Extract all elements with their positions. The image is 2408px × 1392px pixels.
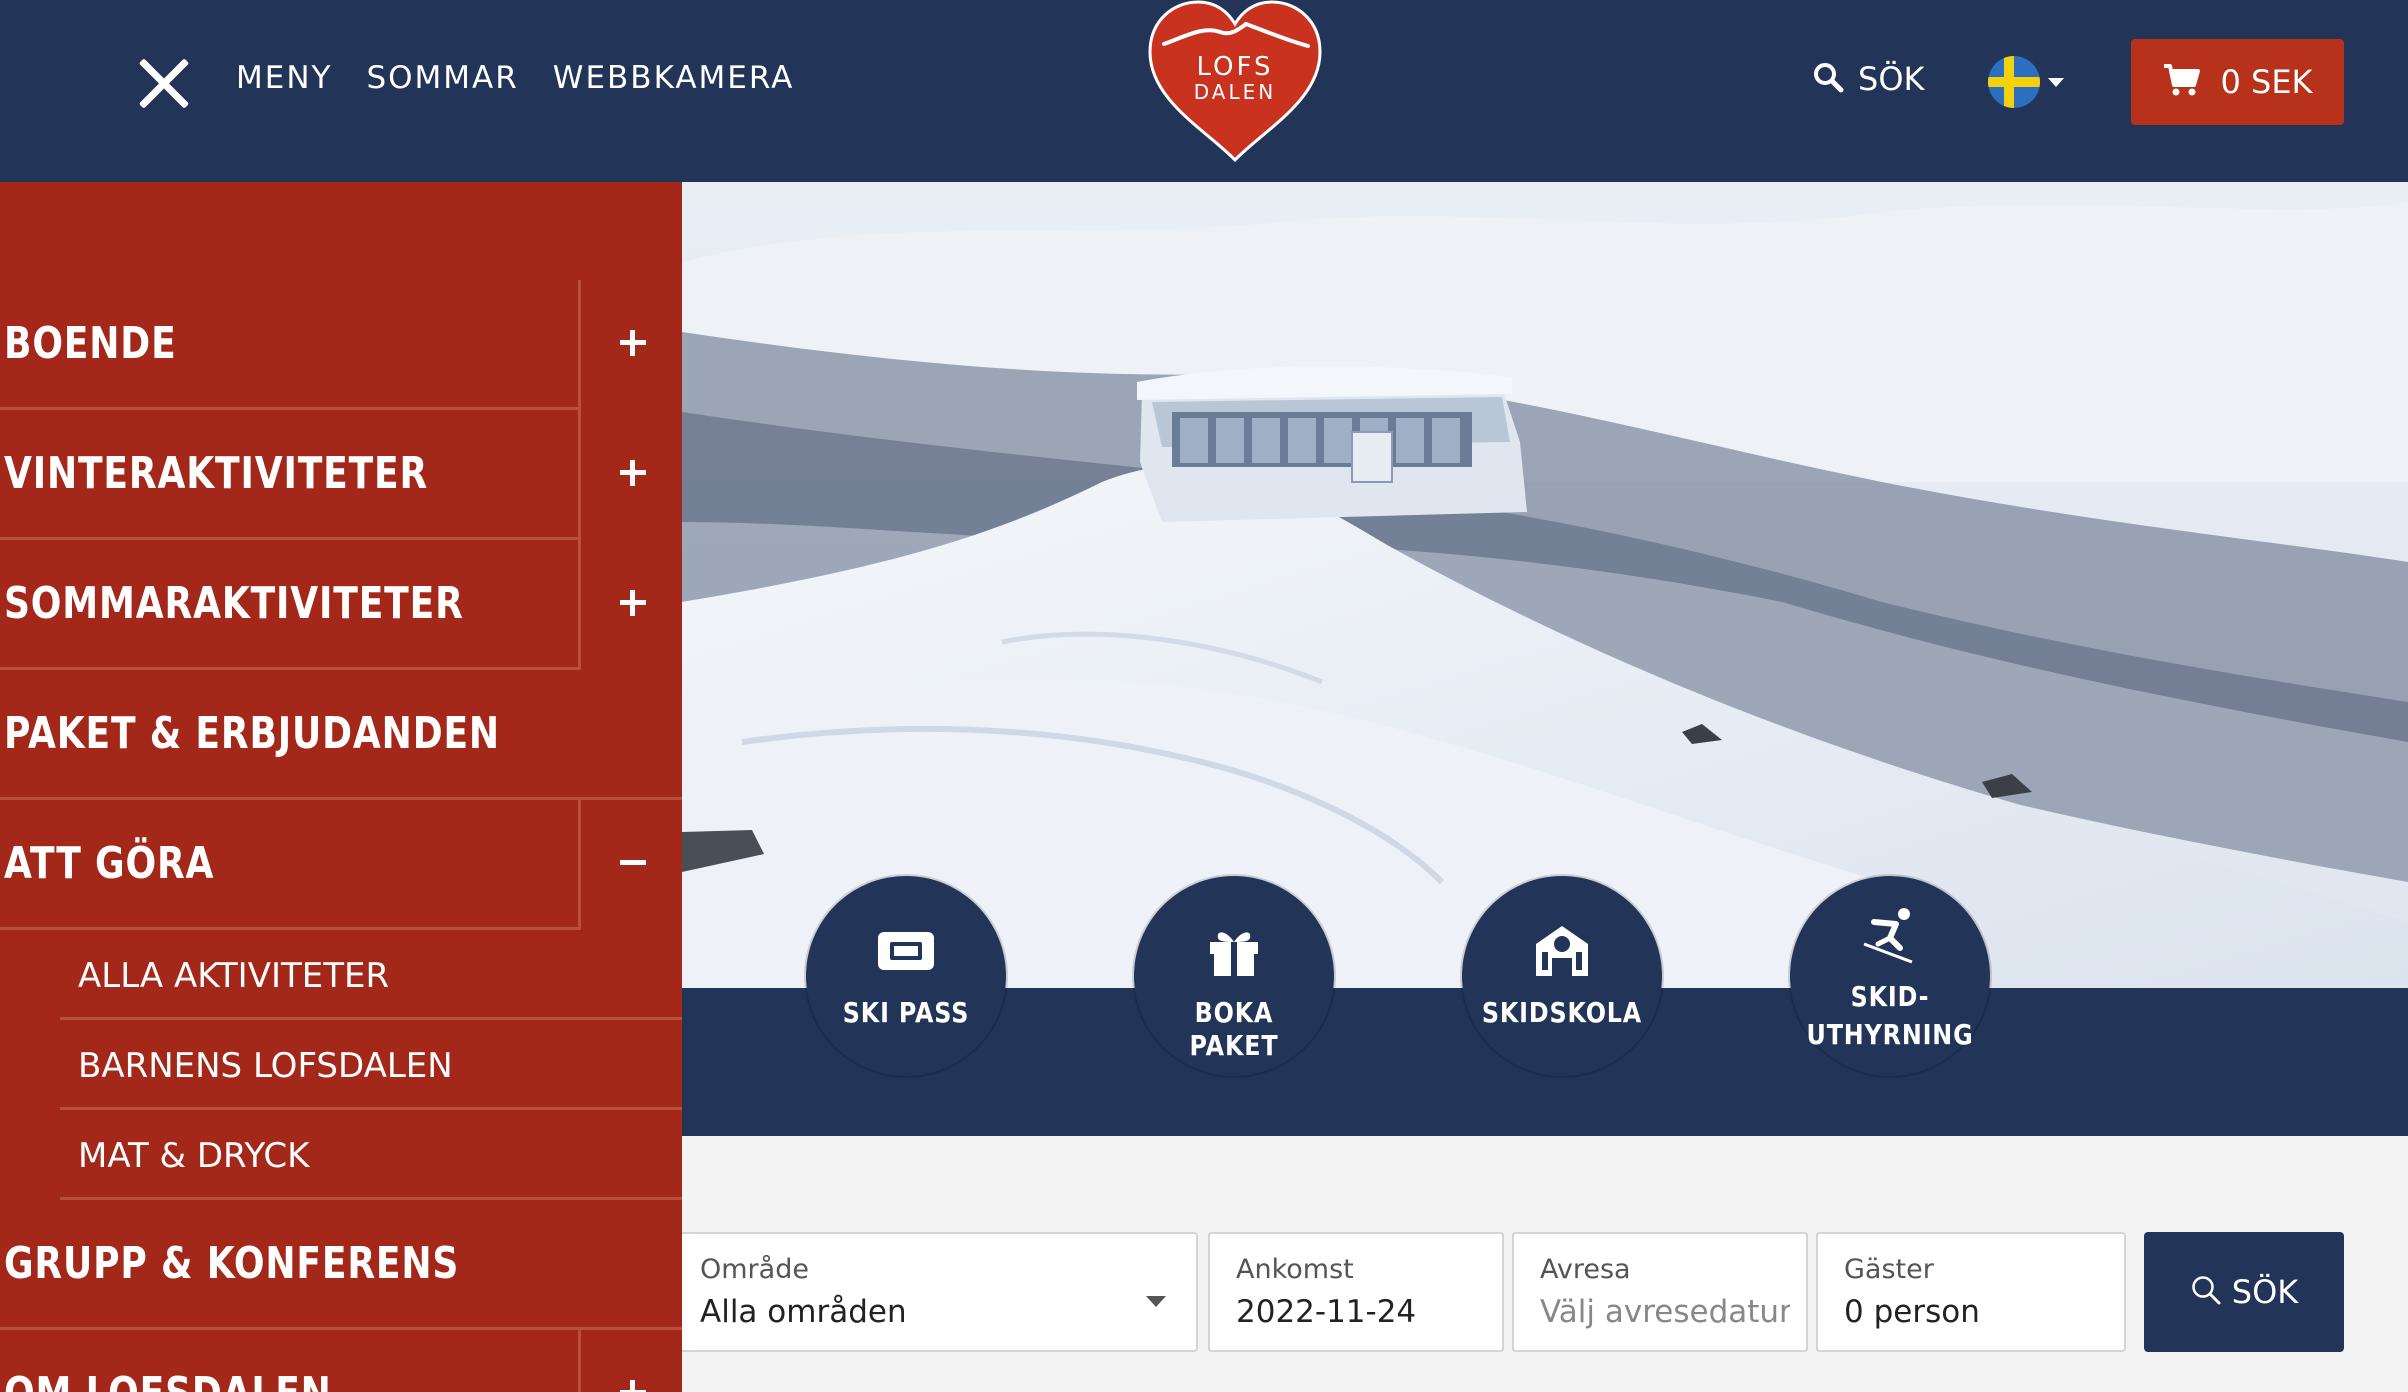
menu-item-om-lofsdalen[interactable]: OM LOFSDALEN (0, 1330, 682, 1392)
menu-item-att-gora[interactable]: ATT GÖRA (0, 800, 682, 930)
menu-item-paket-erbjudanden[interactable]: PAKET & ERBJUDANDEN (0, 670, 682, 800)
lofsdalen-logo[interactable]: LOFS DALEN (1146, 0, 1324, 165)
close-menu-icon[interactable] (128, 48, 200, 120)
area-select[interactable]: Område Alla områden (672, 1232, 1198, 1352)
minus-icon[interactable] (612, 842, 652, 882)
menu-item-sommaraktiviteter[interactable]: SOMMARAKTIVITETER (0, 540, 682, 670)
departure-placeholder: Välj avresedatum (1540, 1294, 1790, 1330)
hero-image (682, 182, 2408, 988)
quick-link-label-line2: UTHYRNING (1806, 1018, 1974, 1051)
cart-button[interactable]: 0 SEK (2131, 39, 2344, 125)
booking-search-button[interactable]: SÖK (2144, 1232, 2344, 1352)
arrival-label: Ankomst (1236, 1254, 1354, 1285)
plus-icon[interactable] (612, 452, 652, 492)
submenu-item-alla-aktiviteter[interactable]: ALLA AKTIVITETER (0, 930, 682, 1020)
guests-value: 0 person (1844, 1294, 1980, 1330)
submenu-item-barnens-lofsdalen[interactable]: BARNENS LOFSDALEN (0, 1020, 682, 1110)
skidskola-button[interactable]: SKIDSKOLA (1462, 876, 1662, 1076)
menu-item-label: BOENDE (4, 318, 177, 369)
menu-item-label: VINTERAKTIVITETER (4, 448, 429, 499)
ticket-icon (876, 920, 936, 980)
menu-item-label: OM LOFSDALEN (4, 1368, 332, 1392)
boka-paket-button[interactable]: BOKA PAKET (1134, 876, 1334, 1076)
submenu-item-label: BARNENS LOFSDALEN (78, 1046, 453, 1086)
site-header: MENY SOMMAR WEBBKAMERA LOFS DALEN SÖK 0 … (0, 0, 2408, 182)
swedish-flag-icon[interactable] (1988, 56, 2040, 108)
booking-search-label: SÖK (2231, 1273, 2299, 1311)
nav-webbkamera[interactable]: WEBBKAMERA (553, 60, 795, 96)
header-search-label: SÖK (1858, 60, 1925, 98)
top-nav: MENY SOMMAR WEBBKAMERA (236, 60, 794, 96)
logo-text-dalen: DALEN (1193, 80, 1277, 104)
guests-label: Gäster (1844, 1254, 1934, 1285)
area-value: Alla områden (700, 1294, 907, 1330)
header-search-button[interactable]: SÖK (1812, 60, 1924, 98)
ski-pass-button[interactable]: SKI PASS (806, 876, 1006, 1076)
logo-text-lofs: LOFS (1196, 52, 1274, 82)
menu-item-boende[interactable]: BOENDE (0, 280, 682, 410)
side-menu: BOENDE VINTERAKTIVITETER SOMMARAKTIVITET… (0, 182, 682, 1392)
menu-item-label: GRUPP & KONFERENS (4, 1238, 460, 1289)
menu-item-label: SOMMARAKTIVITETER (4, 578, 464, 629)
plus-icon[interactable] (612, 582, 652, 622)
search-icon (2190, 1274, 2222, 1311)
chevron-down-icon[interactable] (2048, 78, 2064, 87)
plus-icon[interactable] (612, 1372, 652, 1392)
quick-link-label: SKIDSKOLA (1481, 996, 1643, 1029)
quick-link-label: SKI PASS (842, 996, 970, 1029)
nav-meny[interactable]: MENY (236, 60, 332, 96)
menu-item-vinteraktiviteter[interactable]: VINTERAKTIVITETER (0, 410, 682, 540)
departure-label: Avresa (1540, 1254, 1631, 1285)
gift-icon (1204, 920, 1264, 980)
nav-sommar[interactable]: SOMMAR (366, 60, 518, 96)
cart-icon (2162, 63, 2201, 102)
skiduthyrning-button[interactable]: SKID- UTHYRNING (1790, 876, 1990, 1076)
plus-icon[interactable] (612, 322, 652, 362)
guests-field[interactable]: Gäster 0 person (1816, 1232, 2126, 1352)
search-icon (1812, 61, 1844, 98)
school-icon (1532, 920, 1592, 980)
quick-link-label: BOKA PAKET (1189, 996, 1279, 1062)
menu-item-label: PAKET & ERBJUDANDEN (4, 708, 500, 759)
area-label: Område (700, 1254, 809, 1285)
arrival-value: 2022-11-24 (1236, 1294, 1417, 1330)
quick-link-label: SKID- UTHYRNING (1805, 978, 1975, 1054)
quick-link-label-line1: SKID- (1850, 980, 1930, 1013)
departure-date-field[interactable]: Avresa Välj avresedatum (1512, 1232, 1808, 1352)
menu-item-grupp-konferens[interactable]: GRUPP & KONFERENS (0, 1200, 682, 1330)
submenu-item-label: MAT & DRYCK (78, 1136, 310, 1176)
skier-icon (1860, 904, 1920, 964)
submenu-item-label: ALLA AKTIVITETER (78, 956, 390, 996)
arrival-date-field[interactable]: Ankomst 2022-11-24 (1208, 1232, 1504, 1352)
submenu-item-mat-dryck[interactable]: MAT & DRYCK (0, 1110, 682, 1200)
cart-total: 0 SEK (2220, 63, 2313, 101)
chevron-down-icon (1146, 1296, 1166, 1307)
menu-item-label: ATT GÖRA (4, 838, 215, 889)
